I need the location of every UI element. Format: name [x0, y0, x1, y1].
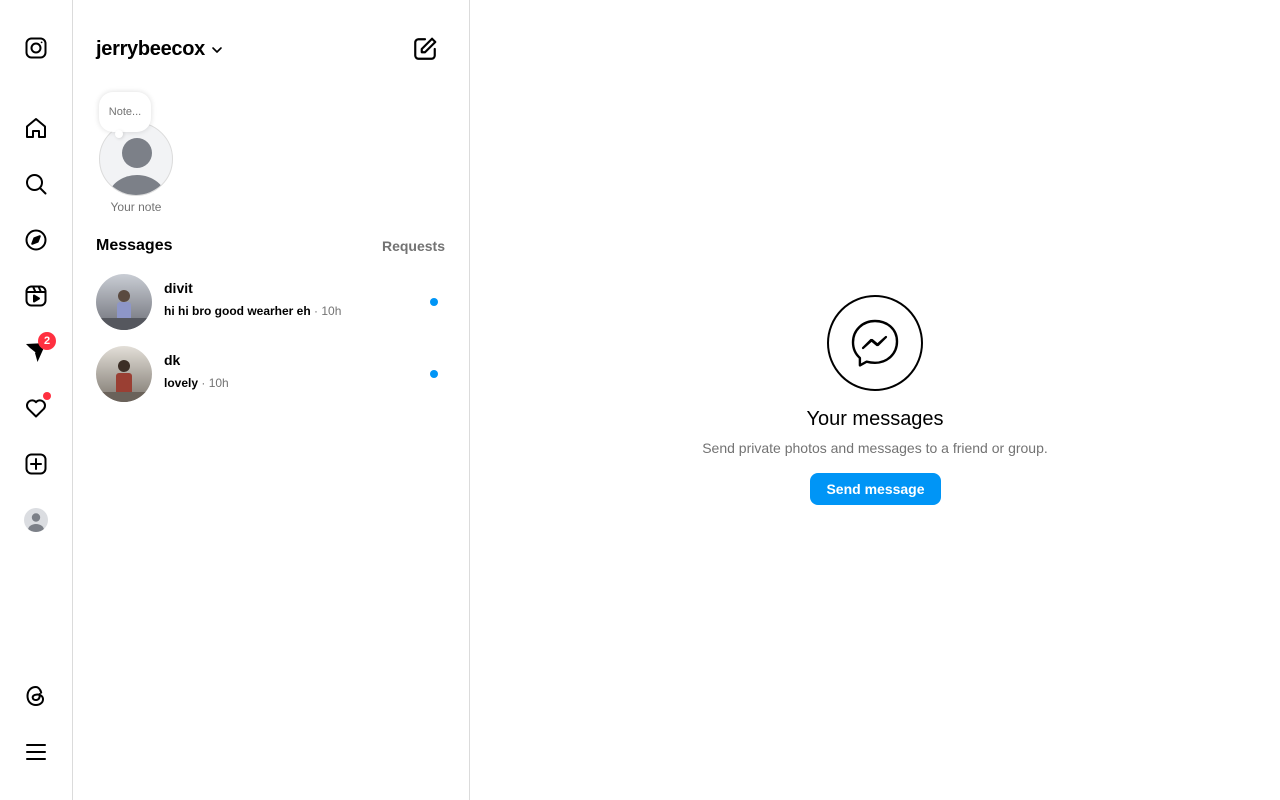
- conversation-name: dk: [164, 352, 181, 368]
- instagram-logo-icon[interactable]: [12, 24, 60, 72]
- messages-title: Messages: [96, 237, 173, 254]
- chevron-down-icon: [212, 46, 222, 53]
- note-bubble[interactable]: Note...: [99, 92, 151, 138]
- conversation-name: divit: [164, 280, 193, 296]
- home-icon[interactable]: [12, 104, 60, 152]
- inbox-panel: jerrybeecox Note... Your note Messages R…: [73, 0, 470, 800]
- empty-state-subtitle: Send private photos and messages to a fr…: [702, 440, 1048, 456]
- explore-compass-icon[interactable]: [12, 216, 60, 264]
- messages-icon[interactable]: 2: [12, 328, 60, 376]
- message-time: 10h: [208, 376, 229, 390]
- separator: ·: [310, 304, 322, 318]
- separator: ·: [198, 376, 209, 390]
- messages-header: Messages Requests: [96, 237, 445, 255]
- new-message-compose-icon[interactable]: [412, 36, 438, 62]
- message-time: 10h: [321, 304, 342, 318]
- menu-hamburger-icon[interactable]: [12, 728, 60, 776]
- reels-icon[interactable]: [12, 272, 60, 320]
- search-icon[interactable]: [12, 160, 60, 208]
- profile-avatar-icon[interactable]: [12, 496, 60, 544]
- conversation-preview: hi hi bro good wearher eh · 10h: [164, 304, 341, 318]
- conversation-preview: lovely · 10h: [164, 376, 229, 390]
- conversation-row[interactable]: dk lovely · 10h: [73, 338, 469, 410]
- notifications-dot: [43, 392, 51, 400]
- avatar: [96, 346, 152, 402]
- account-name: jerrybeecox: [96, 38, 205, 60]
- note-avatar[interactable]: [99, 122, 173, 196]
- create-plus-icon[interactable]: [12, 440, 60, 488]
- messenger-icon: [827, 295, 923, 391]
- note-label: Your note: [110, 200, 162, 214]
- unread-dot: [430, 298, 438, 306]
- unread-dot: [430, 370, 438, 378]
- empty-state-title: Your messages: [806, 408, 944, 430]
- threads-icon[interactable]: [12, 672, 60, 720]
- last-message: hi hi bro good wearher eh: [164, 304, 311, 318]
- messages-unread-badge: 2: [38, 332, 56, 350]
- left-nav-rail: 2: [0, 0, 73, 800]
- conversation-row[interactable]: divit hi hi bro good wearher eh · 10h: [73, 266, 469, 338]
- last-message: lovely: [164, 376, 199, 390]
- avatar: [96, 274, 152, 330]
- send-message-button[interactable]: Send message: [810, 473, 941, 505]
- account-switcher[interactable]: jerrybeecox: [96, 38, 223, 61]
- notifications-heart-icon[interactable]: [12, 384, 60, 432]
- requests-link[interactable]: Requests: [382, 238, 445, 254]
- messages-empty-state: Your messages Send private photos and me…: [470, 0, 1280, 800]
